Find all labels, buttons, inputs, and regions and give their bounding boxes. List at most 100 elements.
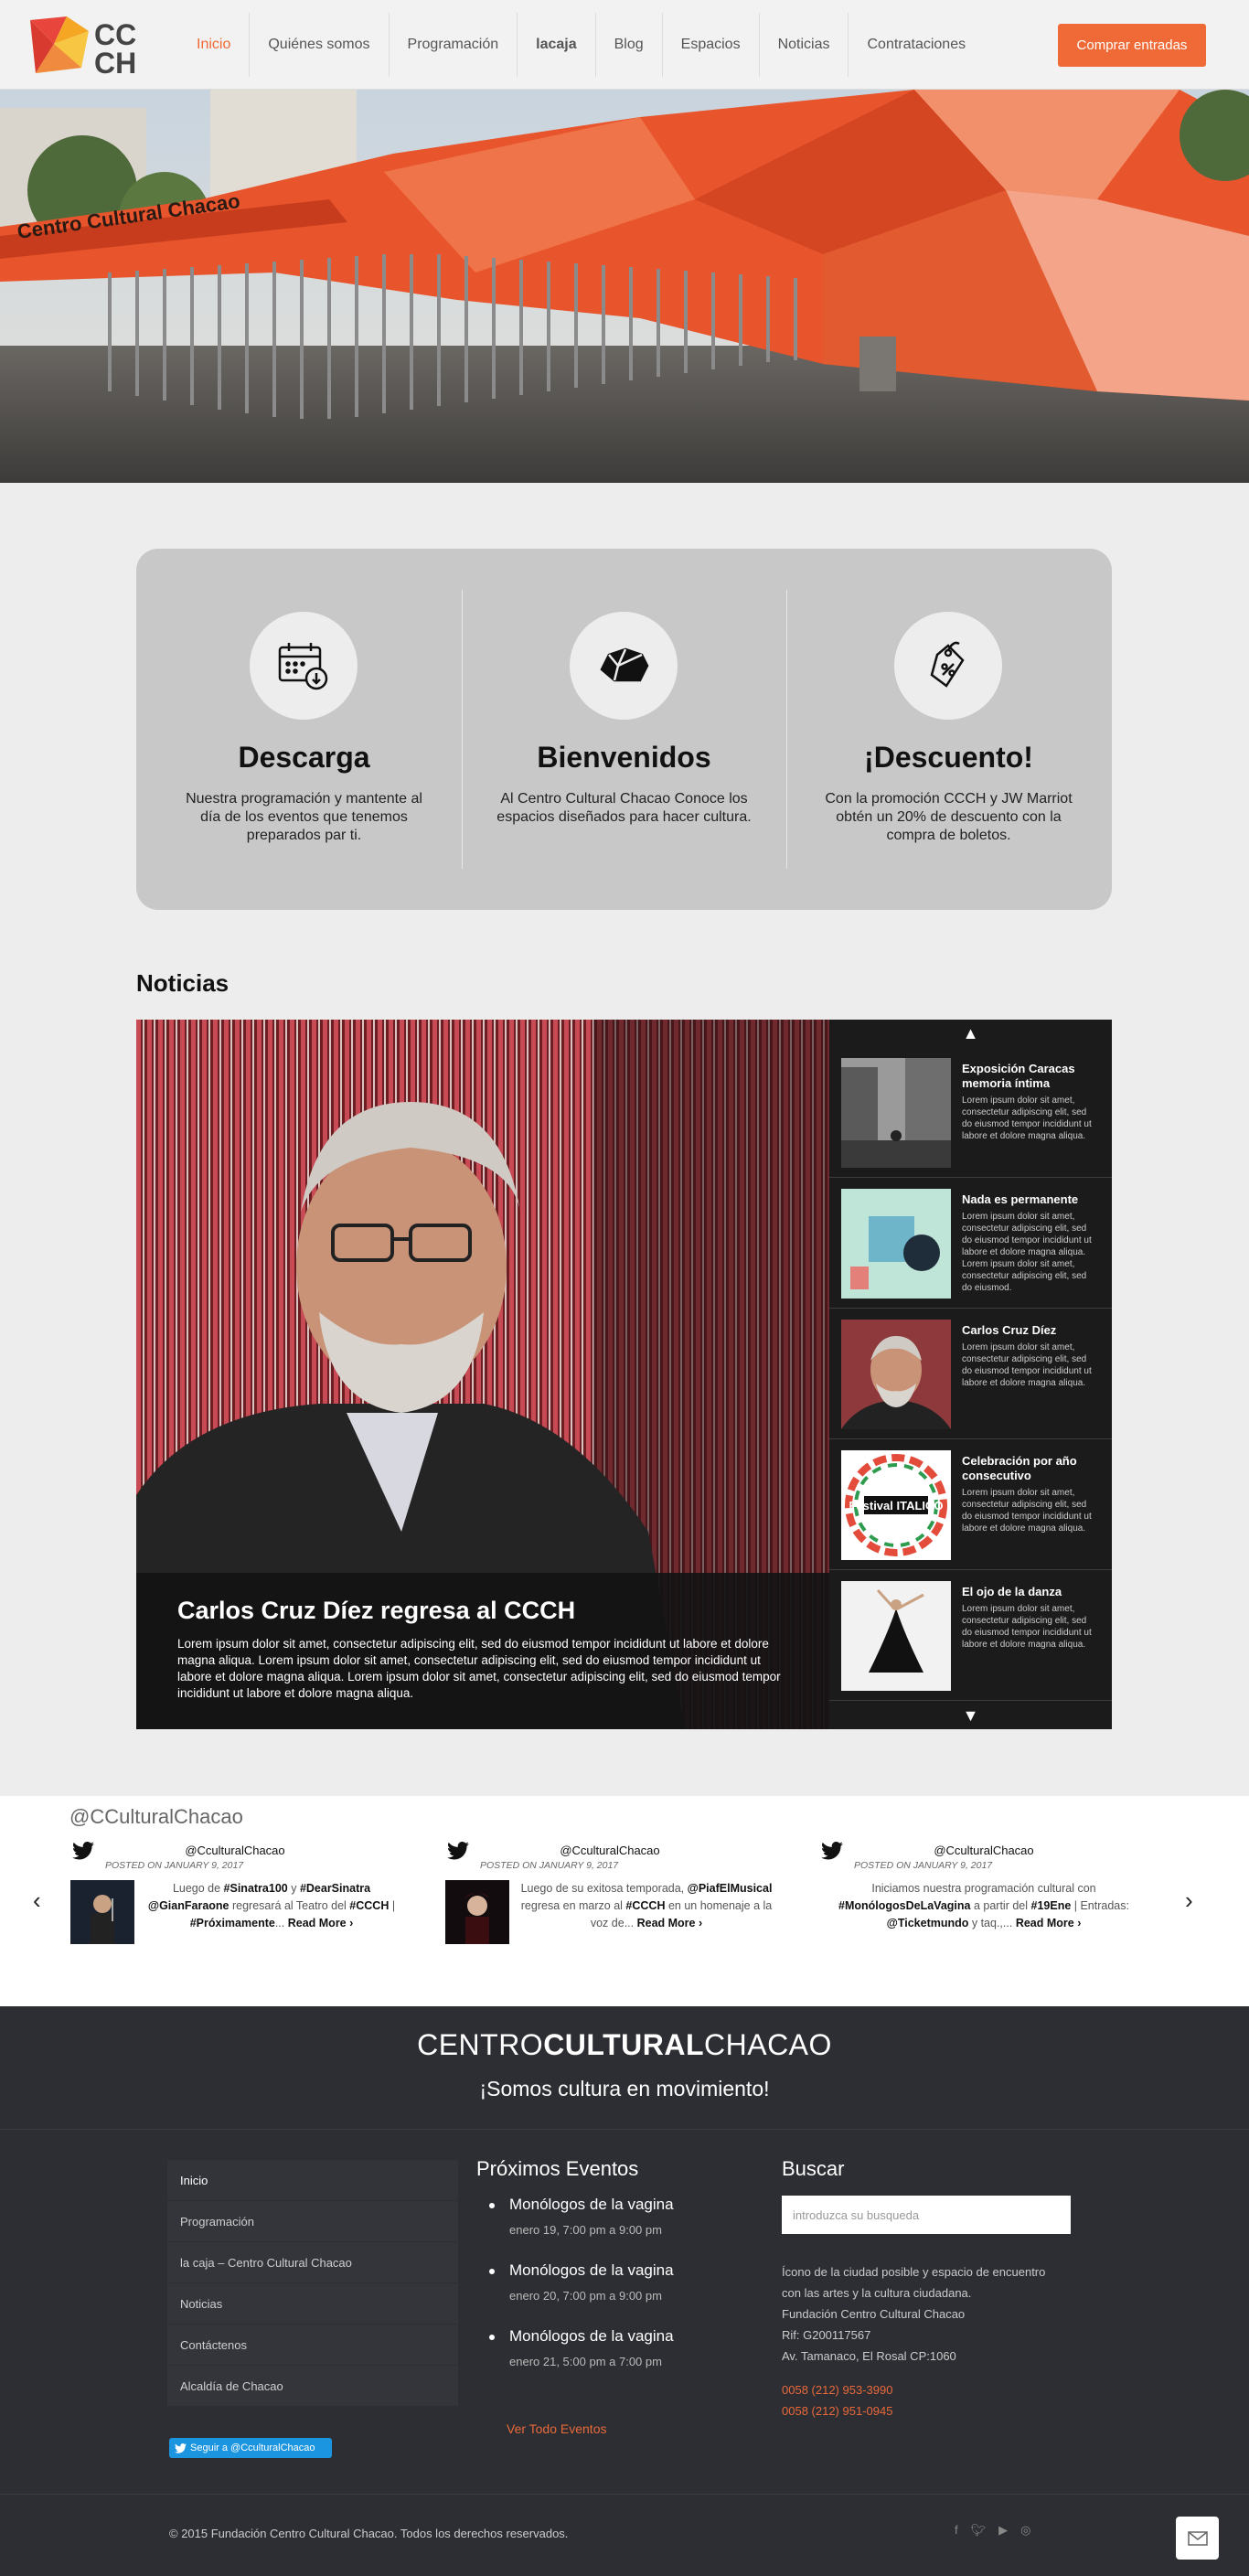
site-logo[interactable]: CC CH xyxy=(30,16,147,80)
youtube-icon[interactable]: ▶ xyxy=(998,2523,1008,2538)
nav-item-espacios[interactable]: Espacios xyxy=(663,13,760,77)
news-list-item[interactable]: El ojo de la danza Lorem ipsum dolor sit… xyxy=(829,1570,1112,1701)
divider xyxy=(0,2494,1249,2495)
discount-tag-icon xyxy=(930,641,965,688)
news-thumbnail xyxy=(841,1581,951,1691)
site-footer: CENTROCULTURALCHACAO ¡Somos cultura en m… xyxy=(0,2006,1249,2576)
news-featured[interactable]: Carlos Cruz Díez regresa al CCCH Lorem i… xyxy=(136,1020,829,1729)
feature-icon-circle xyxy=(894,612,1002,720)
footer-menu-item-lacaja[interactable]: la caja – Centro Cultural Chacao xyxy=(167,2242,458,2283)
tweet-user[interactable]: @CculturalChacao xyxy=(70,1844,400,1857)
events-title: Próximos Eventos xyxy=(476,2157,639,2180)
event-title[interactable]: Monólogos de la vagina xyxy=(509,2261,751,2280)
news-featured-caption: Carlos Cruz Díez regresa al CCCH Lorem i… xyxy=(136,1573,829,1729)
hero-image: Centro Cultural Chacao xyxy=(0,90,1249,483)
event-item[interactable]: Monólogos de la vagina enero 21, 5:00 pm… xyxy=(476,2327,751,2393)
feature-text: Al Centro Cultural Chacao Conoce los esp… xyxy=(496,791,752,825)
festival-logo-text: Festival ITALICO xyxy=(849,1499,943,1512)
twitter-feed: @CCulturalChacao @CculturalChacao POSTED… xyxy=(0,1796,1249,2006)
tweet-card[interactable]: @CculturalChacao POSTED ON JANUARY 9, 20… xyxy=(70,1842,400,1979)
footer-slogan: ¡Somos cultura en movimiento! xyxy=(479,2077,770,2100)
event-item[interactable]: Monólogos de la vagina enero 19, 7:00 pm… xyxy=(476,2196,751,2261)
footer-menu-item-alcaldia[interactable]: Alcaldía de Chacao xyxy=(167,2366,458,2407)
instagram-icon[interactable]: ◎ xyxy=(1020,2523,1030,2538)
news-list-item[interactable]: Festival ITALICO Celebración por año con… xyxy=(829,1439,1112,1570)
carousel-prev-icon[interactable]: ‹ xyxy=(33,1887,41,1915)
nav-item-lacaja[interactable]: lacaja xyxy=(518,13,596,77)
nav-item-inicio[interactable]: Inicio xyxy=(178,13,251,77)
twitter-follow-label: Seguir a @CculturalChacao xyxy=(190,2442,315,2453)
tweet-image[interactable] xyxy=(70,1880,134,1944)
event-date: enero 21, 5:00 pm a 7:00 pm xyxy=(509,2355,662,2368)
footer-menu-item-contactenos[interactable]: Contáctenos xyxy=(167,2325,458,2366)
logo-text-bottom: CH xyxy=(94,47,136,75)
tweet-image[interactable] xyxy=(445,1880,509,1944)
twitter-follow-button[interactable]: Seguir a @CculturalChacao xyxy=(169,2438,332,2458)
event-date: enero 19, 7:00 pm a 9:00 pm xyxy=(509,2223,662,2237)
news-item-title: El ojo de la danza xyxy=(962,1585,1062,1598)
event-date: enero 20, 7:00 pm a 9:00 pm xyxy=(509,2289,662,2303)
news-item-text: Lorem ipsum dolor sit amet, consectetur … xyxy=(962,1604,1092,1650)
address-line: Av. Tamanaco, El Rosal CP:1060 xyxy=(782,2349,956,2363)
twitter-icon[interactable]: 🐦︎ xyxy=(971,2523,987,2538)
footer-menu: Inicio Programación la caja – Centro Cul… xyxy=(167,2160,458,2407)
phone-link[interactable]: 0058 (212) 951-0945 xyxy=(782,2400,1074,2421)
news-item-text: Lorem ipsum dolor sit amet, consectetur … xyxy=(962,1488,1092,1534)
twitter-handle[interactable]: @CCulturalChacao xyxy=(69,1805,243,1829)
tweet-user[interactable]: @CculturalChacao xyxy=(445,1844,774,1857)
carousel-next-icon[interactable]: › xyxy=(1185,1887,1193,1915)
feature-title: ¡Descuento! xyxy=(864,741,1033,774)
event-item[interactable]: Monólogos de la vagina enero 20, 7:00 pm… xyxy=(476,2261,751,2327)
event-title[interactable]: Monólogos de la vagina xyxy=(509,2196,751,2214)
footer-menu-item-programacion[interactable]: Programación xyxy=(167,2201,458,2242)
footer-menu-item-inicio[interactable]: Inicio xyxy=(167,2160,458,2201)
tweet-date: POSTED ON JANUARY 9, 2017 xyxy=(854,1860,993,1871)
news-item-title: Nada es permanente xyxy=(962,1192,1079,1206)
scroll-up-arrow-icon[interactable]: ▲ xyxy=(829,1020,1112,1047)
upcoming-events: Próximos Eventos Monólogos de la vagina … xyxy=(476,2157,751,2393)
buy-tickets-button[interactable]: Comprar entradas xyxy=(1058,24,1206,67)
envelope-icon xyxy=(1187,2530,1208,2546)
divider xyxy=(0,2129,1249,2130)
footer-brand: CENTROCULTURALCHACAO xyxy=(0,2028,1249,2062)
feature-title: Descarga xyxy=(238,741,370,774)
news-featured-title[interactable]: Carlos Cruz Díez regresa al CCCH xyxy=(177,1597,788,1625)
footer-search: Buscar introduzca su busqueda Ícono de l… xyxy=(782,2157,1074,2421)
news-item-text: Lorem ipsum dolor sit amet, consectetur … xyxy=(962,1096,1092,1141)
nav-item-quienes-somos[interactable]: Quiénes somos xyxy=(250,13,390,77)
main-nav: Inicio Quiénes somos Programación lacaja… xyxy=(178,13,984,77)
address-line: Rif: G200117567 xyxy=(782,2328,871,2342)
news-item-title: Exposición Caracas memoria íntima xyxy=(962,1062,1075,1090)
footer-brand-part: CHACAO xyxy=(704,2028,832,2061)
footer-menu-item-noticias[interactable]: Noticias xyxy=(167,2283,458,2325)
message-button[interactable] xyxy=(1176,2517,1219,2560)
view-all-events-link[interactable]: Ver Todo Eventos xyxy=(507,2421,606,2436)
news-list-item[interactable]: Nada es permanente Lorem ipsum dolor sit… xyxy=(829,1178,1112,1309)
news-item-text: Lorem ipsum dolor sit amet, consectetur … xyxy=(962,1342,1092,1388)
footer-address: Ícono de la ciudad posible y espacio de … xyxy=(782,2261,1074,2367)
tweet-card[interactable]: @CculturalChacao POSTED ON JANUARY 9, 20… xyxy=(445,1842,774,1979)
search-input[interactable]: introduzca su busqueda xyxy=(782,2196,1071,2234)
feature-download[interactable]: Descarga Nuestra programación y mantente… xyxy=(142,589,466,870)
nav-item-blog[interactable]: Blog xyxy=(596,13,663,77)
news-item-title: Carlos Cruz Díez xyxy=(962,1323,1057,1337)
news-item-title: Celebración por año consecutivo xyxy=(962,1454,1077,1482)
social-links: f 🐦︎ ▶ ◎ xyxy=(955,2523,1030,2538)
news-thumbnail xyxy=(841,1320,951,1429)
nav-item-contrataciones[interactable]: Contrataciones xyxy=(849,13,984,77)
news-list-item[interactable]: Exposición Caracas memoria íntima Lorem … xyxy=(829,1047,1112,1178)
event-title[interactable]: Monólogos de la vagina xyxy=(509,2327,751,2346)
news-thumbnail: Festival ITALICO xyxy=(841,1450,951,1560)
scroll-down-arrow-icon[interactable]: ▼ xyxy=(829,1702,1112,1729)
news-list-item[interactable]: Carlos Cruz Díez Lorem ipsum dolor sit a… xyxy=(829,1309,1112,1439)
news-thumbnail xyxy=(841,1058,951,1168)
feature-icon-circle xyxy=(570,612,678,720)
facebook-icon[interactable]: f xyxy=(955,2523,958,2538)
feature-discount[interactable]: ¡Descuento! Con la promoción CCCH y JW M… xyxy=(786,589,1111,870)
phone-link[interactable]: 0058 (212) 953-3990 xyxy=(782,2379,1074,2400)
nav-item-programacion[interactable]: Programación xyxy=(390,13,518,77)
tweet-card[interactable]: @CculturalChacao POSTED ON JANUARY 9, 20… xyxy=(819,1842,1148,1979)
feature-welcome[interactable]: Bienvenidos Al Centro Cultural Chacao Co… xyxy=(462,589,786,870)
tweet-user[interactable]: @CculturalChacao xyxy=(819,1844,1148,1857)
nav-item-noticias[interactable]: Noticias xyxy=(760,13,849,77)
